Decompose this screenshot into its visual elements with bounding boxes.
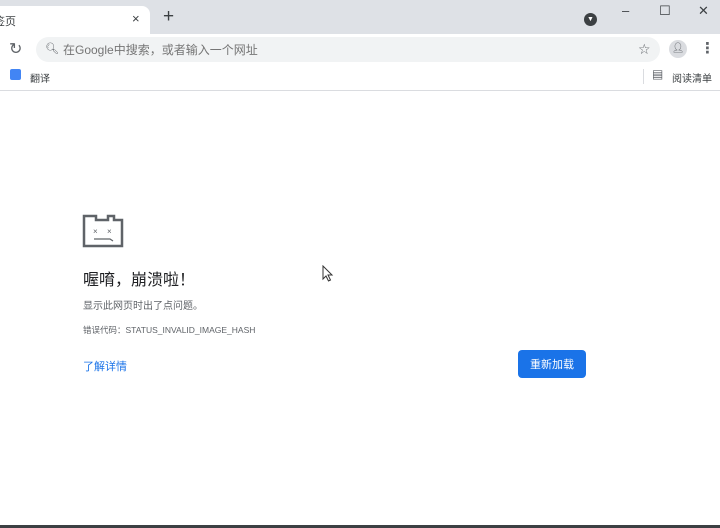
reading-list-icon[interactable]: ▤ <box>652 67 663 81</box>
svg-text:×: × <box>93 227 98 236</box>
reload-icon[interactable]: ↻ <box>9 39 22 59</box>
tab-new-tab[interactable]: 新标签页 × <box>0 6 150 34</box>
error-title: 喔唷，崩溃啦！ <box>83 272 196 289</box>
divider <box>643 69 644 84</box>
bookmark-star-icon[interactable]: ☆ <box>638 41 651 58</box>
sad-folder-icon: × × <box>82 214 124 248</box>
tab-close-icon[interactable]: × <box>132 11 140 26</box>
search-icon: 🔍︎ <box>45 43 59 55</box>
tab-strip: 新标签页 × + ▼ – ☐ ✕ <box>0 0 720 34</box>
learn-more-link[interactable]: 了解详情 <box>83 358 127 374</box>
toolbar: ↻ 🔍︎ ☆ 👤︎ ⋮ <box>0 34 720 64</box>
reload-button[interactable]: 重新加载 <box>518 350 586 378</box>
new-tab-button[interactable]: + <box>163 6 174 28</box>
omnibox-input[interactable] <box>63 40 623 59</box>
menu-icon[interactable]: ⋮ <box>700 39 715 57</box>
minimize-button[interactable]: – <box>622 3 629 18</box>
bookmarks-bar: 翻译 ▤ 阅读清单 <box>0 64 720 91</box>
bookmark-translate[interactable]: 翻译 <box>30 70 50 85</box>
mouse-cursor-icon <box>322 265 334 282</box>
profile-avatar[interactable]: 👤︎ <box>669 40 687 58</box>
error-code: 错误代码：STATUS_INVALID_IMAGE_HASH <box>83 325 256 335</box>
tab-search-icon[interactable]: ▼ <box>584 13 597 26</box>
omnibox[interactable]: 🔍︎ ☆ <box>36 37 660 62</box>
tab-title: 新标签页 <box>0 16 16 28</box>
svg-text:×: × <box>107 227 112 236</box>
maximize-button[interactable]: ☐ <box>659 3 671 19</box>
translate-icon <box>10 69 21 80</box>
reading-list-button[interactable]: 阅读清单 <box>672 70 712 85</box>
error-message: 显示此网页时出了点问题。 <box>83 301 203 312</box>
close-window-button[interactable]: ✕ <box>698 3 709 19</box>
